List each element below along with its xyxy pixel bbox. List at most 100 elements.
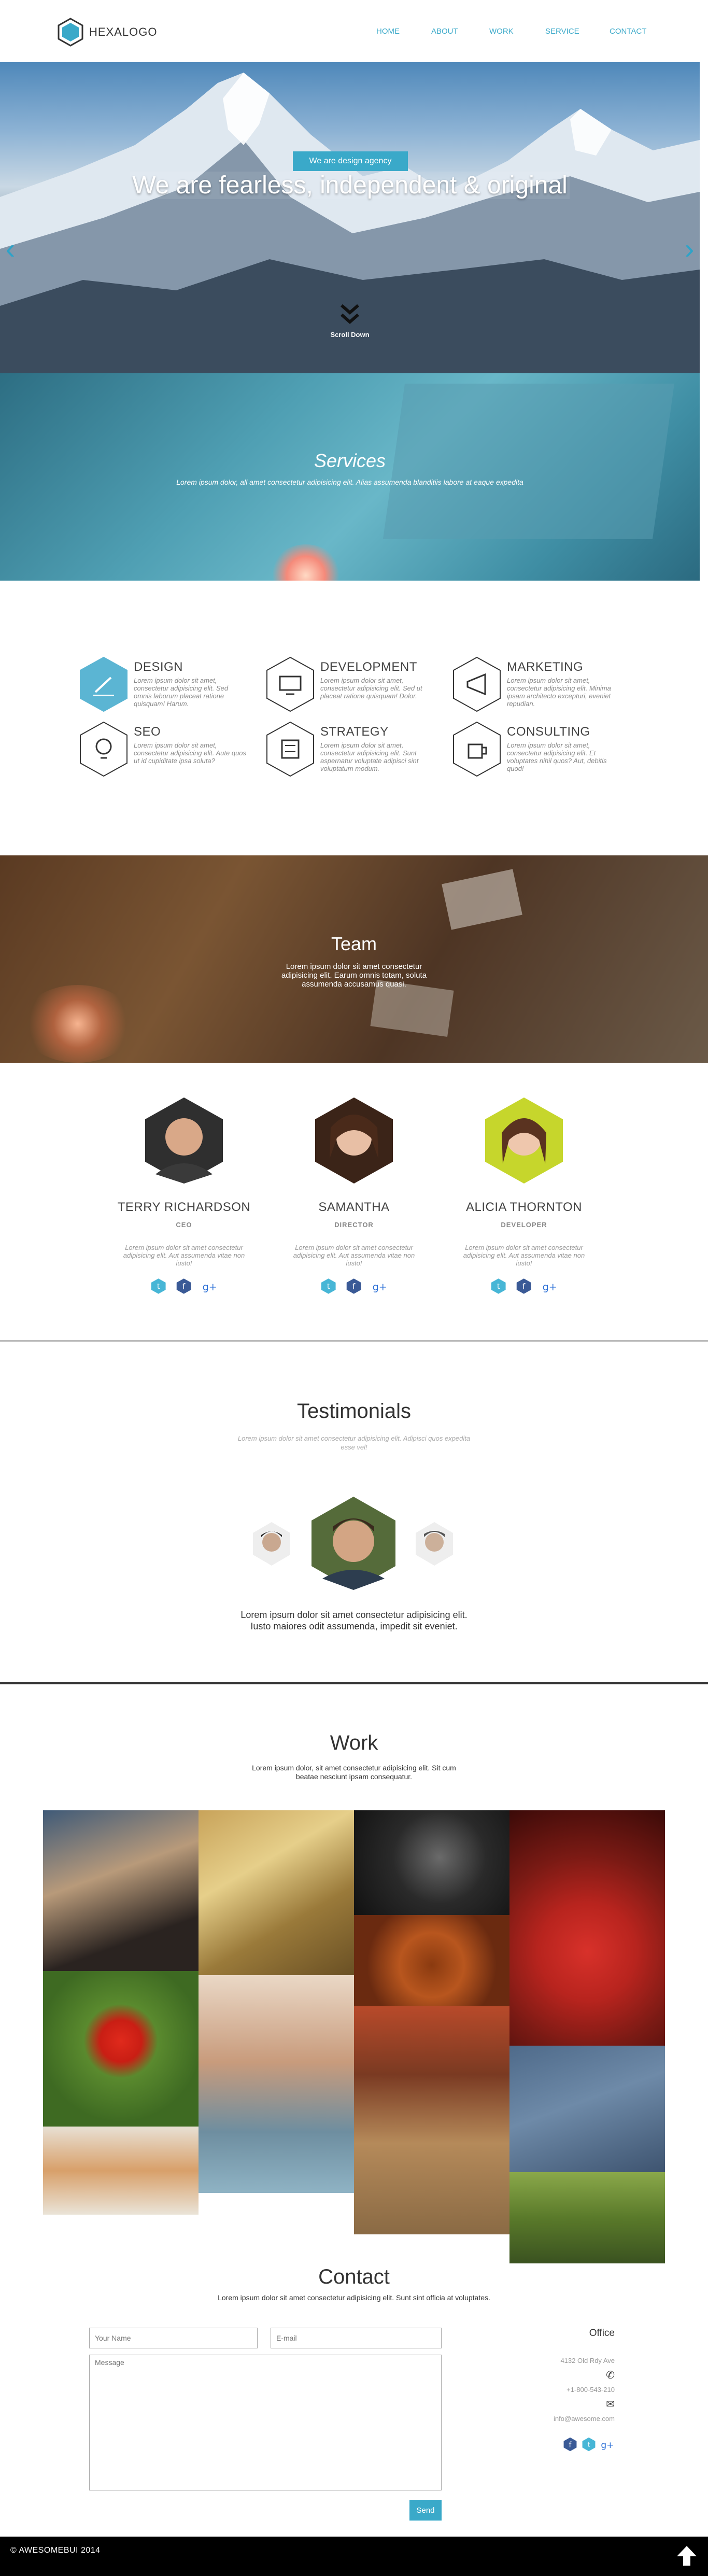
twitter-icon[interactable]: t	[582, 2437, 596, 2452]
service-title: SEO	[134, 725, 161, 739]
services-banner: Services Lorem ipsum dolor, all amet con…	[0, 373, 700, 581]
google-plus-icon[interactable]: g+	[600, 2437, 615, 2452]
page: { "header": { "logo_text": "HEXALOGO", "…	[0, 0, 708, 2576]
portfolio-item-jacket[interactable]	[509, 2046, 665, 2172]
portfolio-item-strawberries[interactable]	[509, 1810, 665, 2046]
email-field[interactable]	[271, 2328, 442, 2348]
service-text: Lorem ipsum dolor sit amet, consectetur …	[507, 677, 611, 708]
testimonial-quote: Lorem ipsum dolor sit amet consectetur a…	[240, 1610, 468, 1631]
service-marketing: MARKETING Lorem ipsum dolor sit amet, co…	[451, 656, 622, 713]
member-name: TERRY RICHARDSON	[117, 1200, 251, 1214]
office-phone: +1-800-543-210	[567, 2386, 615, 2394]
services-subtitle: Lorem ipsum dolor, all amet consectetur …	[176, 478, 523, 486]
office-social: f t g+	[549, 2437, 615, 2452]
testimonials-subtitle: Lorem ipsum dolor sit amet consectetur a…	[237, 1434, 471, 1451]
svg-text:t: t	[327, 1283, 330, 1291]
nav-work[interactable]: WORK	[489, 27, 545, 36]
member-name: SAMANTHA	[318, 1200, 390, 1214]
member-name: ALICIA THORNTON	[466, 1200, 582, 1214]
services-title: Services	[314, 450, 386, 471]
svg-text:g+: g+	[372, 1281, 387, 1293]
portfolio-item-building[interactable]	[199, 1810, 354, 1975]
svg-text:f: f	[522, 1282, 526, 1291]
name-field[interactable]	[89, 2328, 258, 2348]
footer	[0, 2537, 708, 2576]
logo[interactable]: HEXALOGO	[56, 18, 170, 47]
hexagon-logo-icon	[58, 18, 83, 47]
portfolio-item-cupcakes[interactable]	[354, 1915, 509, 2006]
testimonial-avatar-active[interactable]	[310, 1496, 397, 1591]
facebook-icon[interactable]: f	[563, 2437, 577, 2452]
twitter-icon[interactable]: t	[490, 1277, 506, 1296]
facebook-icon[interactable]: f	[176, 1277, 192, 1296]
hero-slider: We are design agency We are fearless, in…	[0, 62, 700, 373]
testimonial-avatar[interactable]	[415, 1522, 454, 1566]
service-title: DESIGN	[134, 660, 183, 674]
nav-contact[interactable]: CONTACT	[610, 27, 656, 36]
divider	[0, 1682, 708, 1684]
scroll-down[interactable]: Scroll Down	[324, 303, 376, 339]
hero-title-text: We are fearless, independent & original	[130, 172, 570, 199]
service-text: Lorem ipsum dolor sit amet, consectetur …	[134, 677, 229, 708]
calculator-icon	[266, 721, 314, 777]
nav-home[interactable]: HOME	[376, 27, 431, 36]
member-role: CEO	[176, 1221, 192, 1229]
service-title: STRATEGY	[320, 725, 389, 739]
testimonial-avatar[interactable]	[252, 1522, 291, 1566]
member-social: t f g+	[320, 1277, 388, 1298]
coffee-cup-icon	[453, 721, 501, 777]
hero-title: We are fearless, independent & original	[0, 171, 700, 200]
portfolio-item-dashboard[interactable]	[354, 1810, 509, 1915]
svg-text:f: f	[352, 1282, 356, 1291]
portfolio-item-grass[interactable]	[509, 2172, 665, 2263]
twitter-icon[interactable]: t	[320, 1277, 336, 1296]
portfolio-item-dog[interactable]	[354, 2006, 509, 2234]
divider	[0, 1340, 708, 1342]
member-social: t f g+	[150, 1277, 218, 1298]
service-text: Lorem ipsum dolor sit amet, consectetur …	[320, 677, 422, 700]
avatar	[485, 1097, 563, 1184]
copyright: © AWESOMEBUI 2014	[10, 2546, 101, 2555]
office-email[interactable]: info@awesome.com	[549, 2415, 615, 2423]
hero-next-arrow-icon[interactable]: ›	[679, 233, 700, 264]
svg-text:t: t	[497, 1283, 500, 1291]
lens-flare	[270, 544, 342, 581]
message-field[interactable]	[89, 2355, 442, 2490]
arrow-up-icon[interactable]	[674, 2543, 700, 2569]
portfolio-item-swimmer[interactable]	[199, 1975, 354, 2193]
service-title: DEVELOPMENT	[320, 660, 417, 674]
main-nav: HOME ABOUT WORK SERVICE CONTACT	[376, 27, 656, 36]
hero-prev-arrow-icon[interactable]: ‹	[0, 233, 21, 264]
google-plus-icon[interactable]: g+	[372, 1277, 388, 1296]
service-title: MARKETING	[507, 660, 584, 674]
nav-service[interactable]: SERVICE	[545, 27, 610, 36]
service-design: DESIGN Lorem ipsum dolor sit amet, conse…	[78, 656, 249, 713]
hero-badge: We are design agency	[293, 151, 408, 171]
service-seo: SEO Lorem ipsum dolor sit amet, consecte…	[78, 721, 249, 778]
team-member: ALICIA THORNTON DEVELOPER Lorem ipsum do…	[449, 1096, 599, 1319]
google-plus-icon[interactable]: g+	[202, 1277, 218, 1296]
portfolio-item-food[interactable]	[43, 2127, 199, 2215]
facebook-icon[interactable]: f	[346, 1277, 362, 1296]
svg-text:g+: g+	[202, 1281, 217, 1293]
service-text: Lorem ipsum dolor sit amet, consectetur …	[320, 741, 419, 772]
avatar	[145, 1097, 223, 1184]
portfolio-item-poppy[interactable]	[43, 1971, 199, 2127]
team-member: SAMANTHA DIRECTOR Lorem ipsum dolor sit …	[279, 1096, 429, 1319]
svg-text:f: f	[182, 1282, 186, 1291]
office-title: Office	[589, 2328, 615, 2339]
twitter-icon[interactable]: t	[150, 1277, 166, 1296]
team-subtitle: Lorem ipsum dolor sit amet consectetur a…	[281, 962, 427, 989]
phone-icon: ✆	[606, 2370, 615, 2381]
svg-text:t: t	[157, 1283, 160, 1291]
svg-text:g+: g+	[601, 2440, 614, 2451]
facebook-icon[interactable]: f	[516, 1277, 532, 1296]
send-button[interactable]: Send	[409, 2500, 442, 2521]
service-consulting: CONSULTING Lorem ipsum dolor sit amet, c…	[451, 721, 622, 778]
team-title: Team	[331, 933, 377, 954]
service-strategy: STRATEGY Lorem ipsum dolor sit amet, con…	[264, 721, 435, 778]
avatar	[315, 1097, 393, 1184]
nav-about[interactable]: ABOUT	[431, 27, 489, 36]
google-plus-icon[interactable]: g+	[542, 1277, 558, 1296]
portfolio-item-woman-hat[interactable]	[43, 1810, 199, 1971]
